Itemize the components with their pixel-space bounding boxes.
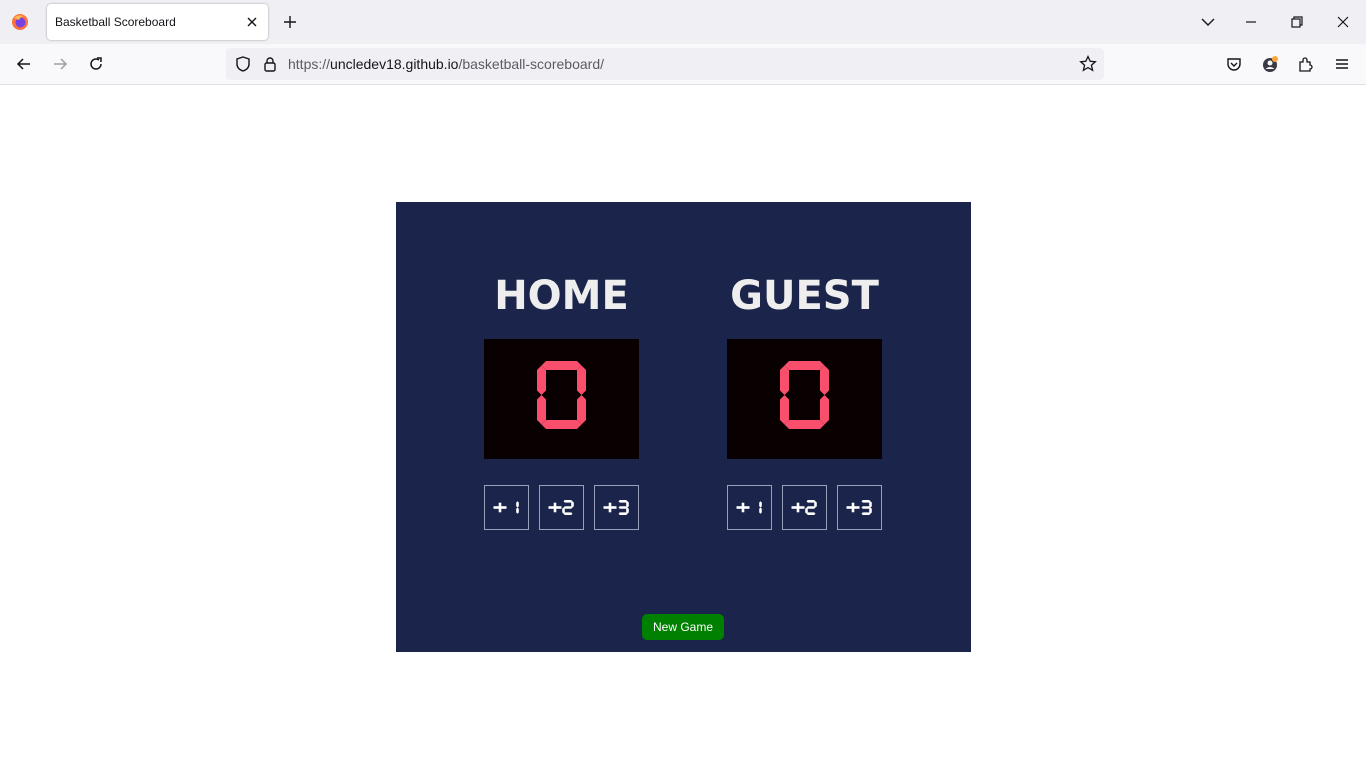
firefox-icon bbox=[10, 12, 30, 32]
new-game-button[interactable]: New Game bbox=[642, 614, 724, 640]
url-scheme: https:// bbox=[288, 56, 331, 72]
close-window-icon[interactable] bbox=[1333, 12, 1353, 32]
guest-score-digit bbox=[780, 361, 829, 429]
bookmark-star-icon[interactable] bbox=[1078, 54, 1098, 74]
button-glyph-segment-e bbox=[805, 507, 808, 514]
button-glyph-segment-a bbox=[806, 500, 816, 503]
guest-add-3-button[interactable]: +3 bbox=[837, 485, 882, 530]
minimize-icon[interactable] bbox=[1241, 12, 1261, 32]
button-glyph-segment-v bbox=[553, 502, 557, 513]
button-glyph-segment-c bbox=[759, 507, 762, 514]
button-glyph-segment-g bbox=[618, 506, 628, 509]
extensions-puzzle-icon[interactable] bbox=[1296, 54, 1316, 74]
plus-one-glyph bbox=[493, 501, 519, 514]
active-tab[interactable]: Basketball Scoreboard bbox=[47, 4, 268, 40]
score-digit-segment-e bbox=[780, 395, 789, 425]
forward-arrow-icon[interactable] bbox=[50, 54, 70, 74]
pocket-icon[interactable] bbox=[1224, 54, 1244, 74]
score-digit-segment-d bbox=[541, 420, 582, 429]
button-glyph-segment-b bbox=[626, 501, 629, 508]
list-tabs-chevron-icon[interactable] bbox=[1198, 12, 1218, 32]
button-glyph-segment-c bbox=[869, 507, 872, 514]
guest-add-1-button[interactable]: +1 bbox=[727, 485, 772, 530]
button-glyph-segment-c bbox=[626, 507, 629, 514]
tracking-shield-icon[interactable] bbox=[234, 55, 252, 73]
plus-one-glyph bbox=[736, 501, 762, 514]
scoreboard-panel: HOME +1 +2 +3 GUEST +1 bbox=[396, 202, 971, 652]
button-glyph-segment-v bbox=[796, 502, 800, 513]
home-add-3-button[interactable]: +3 bbox=[594, 485, 639, 530]
button-glyph-segment-c bbox=[516, 507, 519, 514]
button-glyph-segment-b bbox=[869, 501, 872, 508]
button-glyph-segment-d bbox=[806, 512, 816, 515]
account-icon[interactable] bbox=[1260, 54, 1280, 74]
plus-three-glyph bbox=[846, 500, 872, 515]
close-tab-icon[interactable] bbox=[244, 14, 260, 30]
button-glyph-segment-g bbox=[806, 506, 816, 509]
button-glyph-segment-v bbox=[851, 502, 855, 513]
home-team: HOME +1 +2 +3 bbox=[484, 274, 639, 530]
reload-icon[interactable] bbox=[86, 54, 106, 74]
button-glyph-segment-v bbox=[498, 502, 502, 513]
browser-toolbar: https://uncledev18.github.io/basketball-… bbox=[0, 44, 1366, 85]
button-glyph-segment-e bbox=[562, 507, 565, 514]
button-glyph-segment-g bbox=[563, 506, 573, 509]
home-score-digit bbox=[537, 361, 586, 429]
button-glyph-segment-a bbox=[618, 500, 628, 503]
button-glyph-segment-d bbox=[861, 512, 871, 515]
score-digit-segment-f bbox=[537, 365, 546, 395]
score-digit-segment-d bbox=[784, 420, 825, 429]
button-glyph-segment-v bbox=[608, 502, 612, 513]
button-glyph-segment-g bbox=[861, 506, 871, 509]
button-glyph-segment-b bbox=[759, 501, 762, 508]
home-score-display bbox=[484, 339, 639, 459]
button-glyph-segment-a bbox=[563, 500, 573, 503]
home-team-name: HOME bbox=[494, 273, 629, 319]
guest-score-display bbox=[727, 339, 882, 459]
score-digit-segment-a bbox=[541, 361, 582, 370]
button-glyph-segment-b bbox=[516, 501, 519, 508]
url-bar[interactable]: https://uncledev18.github.io/basketball-… bbox=[226, 48, 1104, 80]
score-digit-segment-b bbox=[577, 365, 586, 395]
score-digit-segment-a bbox=[784, 361, 825, 370]
button-glyph-segment-b bbox=[814, 501, 817, 508]
new-tab-icon[interactable] bbox=[280, 12, 300, 32]
back-arrow-icon[interactable] bbox=[14, 54, 34, 74]
url-host: uncledev18.github.io bbox=[330, 56, 459, 72]
guest-add-2-button[interactable]: +2 bbox=[782, 485, 827, 530]
score-digit-segment-f bbox=[780, 365, 789, 395]
plus-three-glyph bbox=[603, 500, 629, 515]
button-glyph-segment-v bbox=[741, 502, 745, 513]
score-digit-segment-c bbox=[577, 395, 586, 425]
plus-two-glyph bbox=[791, 500, 817, 515]
button-glyph-segment-d bbox=[563, 512, 573, 515]
restore-icon[interactable] bbox=[1287, 12, 1307, 32]
guest-team: GUEST +1 +2 +3 bbox=[727, 274, 882, 530]
score-digit-segment-e bbox=[537, 395, 546, 425]
guest-button-row: +1 +2 +3 bbox=[727, 485, 882, 530]
menu-hamburger-icon[interactable] bbox=[1332, 54, 1352, 74]
score-digit-segment-c bbox=[820, 395, 829, 425]
button-glyph-segment-a bbox=[861, 500, 871, 503]
plus-two-glyph bbox=[548, 500, 574, 515]
guest-team-name: GUEST bbox=[730, 273, 879, 319]
tab-title: Basketball Scoreboard bbox=[55, 15, 176, 29]
home-button-row: +1 +2 +3 bbox=[484, 485, 639, 530]
url-text[interactable]: https://uncledev18.github.io/basketball-… bbox=[288, 56, 604, 72]
score-digit-segment-b bbox=[820, 365, 829, 395]
lock-icon[interactable] bbox=[261, 55, 279, 73]
home-add-2-button[interactable]: +2 bbox=[539, 485, 584, 530]
home-add-1-button[interactable]: +1 bbox=[484, 485, 529, 530]
button-glyph-segment-b bbox=[571, 501, 574, 508]
button-glyph-segment-d bbox=[618, 512, 628, 515]
url-path: /basketball-scoreboard/ bbox=[458, 56, 604, 72]
browser-tab-bar: Basketball Scoreboard bbox=[0, 0, 1366, 44]
